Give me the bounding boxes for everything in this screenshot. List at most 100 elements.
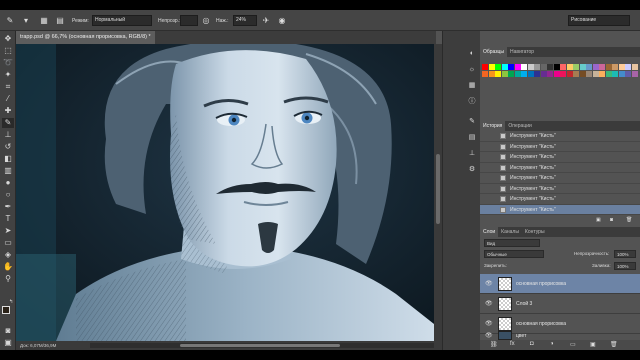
- color-swatch[interactable]: [573, 71, 579, 77]
- color-swatch[interactable]: [553, 64, 560, 70]
- color-swatch[interactable]: [540, 71, 547, 77]
- hand-tool-icon[interactable]: ✋: [2, 262, 14, 272]
- color-swatch[interactable]: [514, 71, 521, 77]
- airbrush-icon[interactable]: ✈: [260, 14, 272, 26]
- vertical-scrollbar-thumb[interactable]: [436, 154, 440, 224]
- color-swatch[interactable]: [501, 64, 508, 70]
- color-swatch[interactable]: [560, 71, 566, 77]
- color-swatch[interactable]: [534, 64, 540, 70]
- color-swatch[interactable]: [573, 64, 579, 70]
- delete-state-icon[interactable]: 🗑: [626, 217, 632, 223]
- history-brush-tool-icon[interactable]: ↺: [2, 142, 14, 152]
- brush-presets-panel-icon[interactable]: ▤: [467, 133, 477, 143]
- add-mask-icon[interactable]: ◘: [530, 341, 534, 347]
- color-swatch[interactable]: [579, 64, 586, 70]
- tab-navigator[interactable]: Навигатор: [507, 47, 537, 57]
- pressure-opacity-icon[interactable]: ◎: [200, 14, 212, 26]
- tab-history[interactable]: История: [480, 121, 506, 131]
- color-swatch[interactable]: [625, 64, 631, 70]
- layer-filter-select[interactable]: Вид: [484, 239, 540, 247]
- pressure-size-icon[interactable]: ◉: [276, 14, 288, 26]
- color-swatch[interactable]: [631, 71, 638, 77]
- healing-tool-icon[interactable]: ✚: [2, 106, 14, 116]
- visibility-eye-icon[interactable]: 👁: [485, 332, 493, 339]
- horizontal-scrollbar-thumb[interactable]: [180, 344, 340, 347]
- color-swatch[interactable]: [586, 71, 592, 77]
- color-swatch[interactable]: [482, 71, 488, 77]
- color-swatch[interactable]: [547, 71, 553, 77]
- layer-style-icon[interactable]: fx: [510, 341, 515, 347]
- move-tool-icon[interactable]: ✥: [2, 34, 14, 44]
- blend-mode-select[interactable]: Обычные: [484, 250, 544, 258]
- history-item[interactable]: Инструмент "Кисть": [480, 194, 640, 205]
- history-item-current[interactable]: Инструмент "Кисть": [480, 204, 640, 215]
- crop-tool-icon[interactable]: ⌗: [2, 82, 14, 92]
- color-swatch[interactable]: [521, 64, 527, 70]
- link-layers-icon[interactable]: ⛓: [490, 341, 498, 348]
- eyedropper-tool-icon[interactable]: ⁄: [2, 94, 14, 104]
- shape-tool-icon[interactable]: ▭: [2, 238, 14, 248]
- color-panel-icon[interactable]: ◐: [467, 49, 477, 59]
- new-layer-icon[interactable]: ▣: [590, 341, 596, 348]
- history-item[interactable]: Инструмент "Кисть": [480, 184, 640, 194]
- styles-panel-icon[interactable]: ▦: [467, 81, 477, 91]
- quick-select-tool-icon[interactable]: ✦: [2, 70, 14, 80]
- zoom-tool-icon[interactable]: ⚲: [2, 274, 14, 284]
- stamp-tool-icon[interactable]: ⊥: [2, 130, 14, 140]
- color-swatch[interactable]: [547, 64, 553, 70]
- tab-paths[interactable]: Контуры: [522, 227, 548, 237]
- lasso-tool-icon[interactable]: ➰: [2, 58, 14, 68]
- fill-input[interactable]: 100%: [614, 262, 636, 270]
- info-panel-icon[interactable]: ⓘ: [467, 97, 477, 107]
- color-swatch[interactable]: [566, 71, 573, 77]
- flow-input[interactable]: 24%: [233, 15, 257, 26]
- color-swatch[interactable]: [501, 71, 508, 77]
- color-swatch[interactable]: [482, 64, 488, 70]
- color-swatch[interactable]: [618, 71, 625, 77]
- color-swatch[interactable]: [540, 64, 547, 70]
- brush-tool-icon[interactable]: ✎: [4, 14, 16, 26]
- color-swatch[interactable]: [605, 71, 612, 77]
- path-select-tool-icon[interactable]: ➤: [2, 226, 14, 236]
- tab-swatches[interactable]: Образцы: [480, 47, 508, 57]
- color-swatch[interactable]: [586, 64, 592, 70]
- document-tab[interactable]: trapp.psd @ 66,7% (основная прорисовка, …: [16, 31, 155, 44]
- color-swatch[interactable]: [625, 71, 631, 77]
- eraser-tool-icon[interactable]: ◧: [2, 154, 14, 164]
- color-swatch[interactable]: [592, 71, 599, 77]
- swap-colors-icon[interactable]: ↰: [9, 299, 13, 305]
- color-swatch[interactable]: [527, 71, 534, 77]
- color-swatch[interactable]: [495, 71, 501, 77]
- brush-panel-icon[interactable]: ✎: [467, 117, 477, 127]
- color-swatch[interactable]: [514, 64, 521, 70]
- layer-opacity-input[interactable]: 100%: [614, 250, 636, 258]
- new-document-from-state-icon[interactable]: ▣: [596, 217, 601, 223]
- horizontal-scrollbar[interactable]: [90, 343, 434, 348]
- history-item[interactable]: Инструмент "Кисть": [480, 131, 640, 142]
- history-item[interactable]: Инструмент "Кисть": [480, 173, 640, 184]
- new-snapshot-icon[interactable]: ◙: [610, 217, 613, 223]
- color-swatch[interactable]: [566, 64, 573, 70]
- new-group-icon[interactable]: ▭: [570, 341, 576, 348]
- history-item[interactable]: Инструмент "Кисть": [480, 163, 640, 173]
- dodge-tool-icon[interactable]: ○: [2, 190, 14, 200]
- visibility-eye-icon[interactable]: 👁: [485, 300, 493, 307]
- mode-select[interactable]: Нормальный: [92, 15, 152, 26]
- color-swatch[interactable]: [592, 64, 599, 70]
- color-swatch[interactable]: [527, 64, 534, 70]
- foreground-color-swatch[interactable]: [2, 306, 10, 314]
- canvas-area[interactable]: [16, 44, 434, 341]
- opacity-input[interactable]: [180, 15, 198, 26]
- clone-source-panel-icon[interactable]: ⊥: [467, 149, 477, 159]
- marquee-tool-icon[interactable]: ⬚: [2, 46, 14, 56]
- color-swatch[interactable]: [488, 71, 495, 77]
- pen-tool-icon[interactable]: ✒: [2, 202, 14, 212]
- tab-actions[interactable]: Операции: [505, 121, 534, 131]
- color-swatch[interactable]: [612, 64, 618, 70]
- visibility-eye-icon[interactable]: 👁: [485, 280, 493, 287]
- color-swatch[interactable]: [579, 71, 586, 77]
- layer-row-selected[interactable]: 👁 основная прорисовка: [480, 274, 640, 294]
- 3d-tool-icon[interactable]: ◈: [2, 250, 14, 260]
- color-swatch[interactable]: [521, 71, 527, 77]
- color-swatch[interactable]: [605, 64, 612, 70]
